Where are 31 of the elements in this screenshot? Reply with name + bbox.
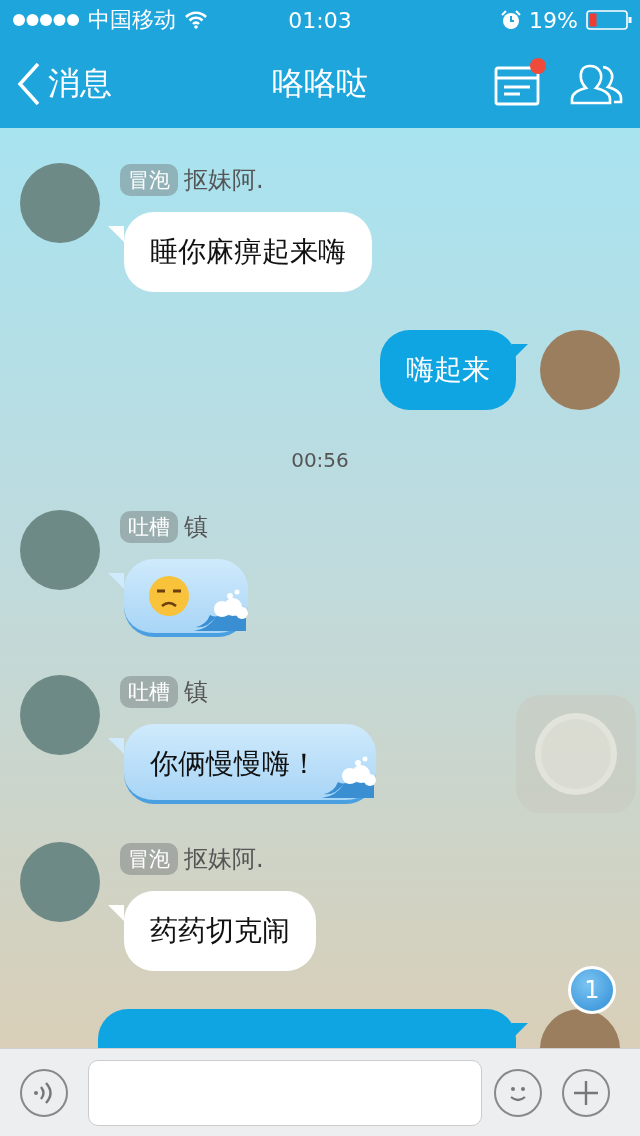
sender-name: 镇 (184, 677, 208, 708)
message-bubble[interactable] (124, 559, 248, 637)
timestamp: 00:56 (291, 448, 349, 472)
message-bubble[interactable]: 药药切克闹 (124, 891, 316, 971)
carrier-name: 中国移动 (88, 6, 176, 34)
sender-name: 抠妹阿. (184, 165, 264, 196)
bubble-tail (512, 344, 528, 360)
sender-name: 镇 (184, 512, 208, 543)
unamused-face-icon (148, 575, 190, 617)
member-tag: 冒泡 (120, 843, 178, 875)
plus-icon (572, 1078, 600, 1107)
wifi-icon (184, 11, 208, 29)
add-button[interactable] (562, 1068, 610, 1117)
alarm-clock-icon (501, 10, 522, 30)
voice-button[interactable] (20, 1068, 68, 1117)
signal-icon (12, 13, 80, 27)
chat-title: 咯咯哒 (272, 63, 368, 104)
member-tag: 吐槽 (120, 511, 178, 543)
status-time: 01:03 (288, 7, 352, 33)
battery-percent: 19% (529, 7, 578, 33)
bubble-tail (512, 1023, 528, 1039)
message-input-field[interactable] (88, 1059, 482, 1126)
message-bubble[interactable]: 你俩慢慢嗨！ (124, 724, 376, 804)
member-tag: 吐槽 (120, 676, 178, 708)
notice-button[interactable] (494, 60, 544, 108)
sender-name: 抠妹阿. (184, 844, 264, 875)
emoji-button[interactable] (494, 1068, 542, 1117)
back-chevron-icon (16, 62, 42, 106)
member-tag: 冒泡 (120, 164, 178, 196)
message-bubble[interactable]: 睡你麻痹起来嗨 (124, 212, 372, 292)
battery-icon (586, 10, 632, 30)
